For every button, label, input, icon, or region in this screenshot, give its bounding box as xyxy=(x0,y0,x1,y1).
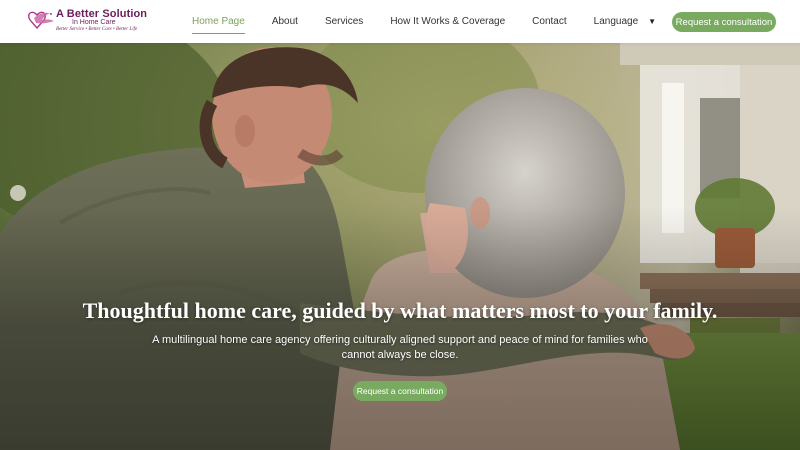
main-nav: Home Page About Services How It Works & … xyxy=(192,0,683,43)
nav-item-about[interactable]: About xyxy=(272,0,298,43)
hero-title: Thoughtful home care, guided by what mat… xyxy=(82,298,718,323)
nav-item-how-it-works[interactable]: How It Works & Coverage xyxy=(390,0,505,43)
header-consultation-button[interactable]: Request a consultation xyxy=(672,12,776,32)
hero-consultation-button[interactable]: Request a consultation xyxy=(353,381,447,401)
logo-text: A Better Solution In Home Care Better Se… xyxy=(56,8,147,32)
hero-section: Thoughtful home care, guided by what mat… xyxy=(0,43,800,450)
brand-subname: In Home Care xyxy=(72,19,116,26)
brand-tagline: Better Service • Better Care • Better Li… xyxy=(56,27,138,32)
caret-down-icon: ▼ xyxy=(648,17,657,26)
logo[interactable]: A Better Solution In Home Care Better Se… xyxy=(0,0,150,43)
nav-item-home[interactable]: Home Page xyxy=(192,0,245,43)
nav-item-contact[interactable]: Contact xyxy=(532,0,566,43)
language-dropdown[interactable]: Language ▼ xyxy=(594,0,656,43)
language-label: Language xyxy=(593,16,639,27)
site-header: A Better Solution In Home Care Better Se… xyxy=(0,0,800,43)
hero-subtitle: A multilingual home care agency offering… xyxy=(152,334,648,361)
nav-item-services[interactable]: Services xyxy=(325,0,363,43)
